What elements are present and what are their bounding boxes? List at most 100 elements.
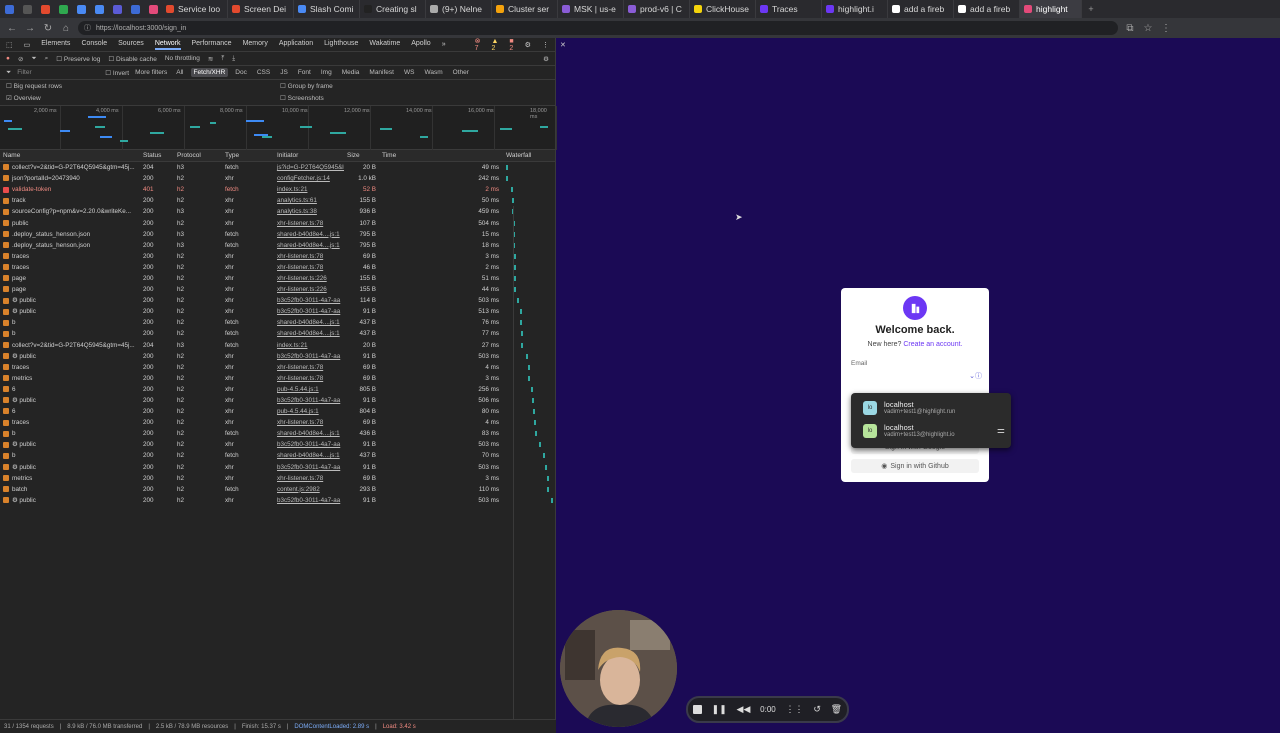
trash-icon[interactable]: 🗑 bbox=[831, 704, 842, 715]
table-row[interactable]: batch 200 h2 fetch content.js:2982 293 B 110 m… bbox=[0, 484, 555, 495]
table-row[interactable]: metrics 200 h2 xhr xhr-listener.ts:78 69 B 3 m… bbox=[0, 473, 555, 484]
cell-initiator[interactable]: xhr-listener.ts:78 bbox=[274, 253, 344, 260]
type-filter-js[interactable]: JS bbox=[277, 68, 291, 77]
pinned-tab-3[interactable] bbox=[36, 0, 54, 18]
table-row[interactable]: collect?v=2&tid=G-P2T64Q5945&gtm=45j... 2… bbox=[0, 162, 555, 173]
filter-input[interactable]: Filter bbox=[17, 69, 99, 76]
pinned-tab-7[interactable] bbox=[108, 0, 126, 18]
type-filter-img[interactable]: Img bbox=[318, 68, 335, 77]
grid-icon[interactable]: ⋮⋮ bbox=[786, 704, 804, 715]
cell-initiator[interactable]: pub-4.5.44.js:1 bbox=[274, 386, 344, 393]
cell-initiator[interactable]: xhr-listener.ts:78 bbox=[274, 375, 344, 382]
table-row[interactable]: ⚙ public 200 h2 xhr b3c52fb0-3011-4a7-aa 91 B… bbox=[0, 351, 555, 362]
error-count-badge[interactable]: ⊗ 7 bbox=[475, 37, 481, 52]
reload-icon[interactable]: ↻ bbox=[42, 23, 54, 34]
pinned-tab-4[interactable] bbox=[54, 0, 72, 18]
restart-icon[interactable]: ↺ bbox=[813, 704, 821, 715]
cell-initiator[interactable]: shared-b40d8e4....js:1 bbox=[274, 242, 344, 249]
cell-initiator[interactable]: xhr-listener.ts:226 bbox=[274, 286, 344, 293]
forward-icon[interactable]: → bbox=[24, 23, 36, 34]
devtools-tab-console[interactable]: Console bbox=[81, 40, 107, 50]
cell-initiator[interactable]: shared-b40d8e4....js:1 bbox=[274, 452, 344, 459]
table-row[interactable]: .deploy_status_henson.json 200 h3 fetch shar… bbox=[0, 229, 555, 240]
cell-initiator[interactable]: b3c52fb0-3011-4a7-aa bbox=[274, 397, 344, 404]
table-row[interactable]: metrics 200 h2 xhr xhr-listener.ts:78 69 B 3 m… bbox=[0, 373, 555, 384]
col-name[interactable]: Name bbox=[0, 152, 140, 159]
close-devtools-icon[interactable]: ✕ bbox=[560, 41, 566, 49]
type-filter-ws[interactable]: WS bbox=[401, 68, 417, 77]
browser-tab[interactable]: MSK | us-e bbox=[558, 0, 624, 18]
type-filter-media[interactable]: Media bbox=[339, 68, 363, 77]
type-filter-font[interactable]: Font bbox=[295, 68, 314, 77]
devtools-tab-elements[interactable]: Elements bbox=[41, 40, 70, 50]
browser-tab[interactable]: highlight.i bbox=[822, 0, 888, 18]
table-row[interactable]: b 200 h2 fetch shared-b40d8e4....js:1 437 B 70… bbox=[0, 450, 555, 461]
pinned-tab-1[interactable] bbox=[0, 0, 18, 18]
overview-checkbox[interactable]: ☑ Overview bbox=[6, 94, 41, 102]
cell-initiator[interactable]: xhr-listener.ts:78 bbox=[274, 419, 344, 426]
devtools-tab-memory[interactable]: Memory bbox=[243, 40, 268, 50]
table-row[interactable]: public 200 h2 xhr xhr-listener.ts:78 107 B 504… bbox=[0, 217, 555, 228]
table-row[interactable]: ⚙ public 200 h2 xhr b3c52fb0-3011-4a7-aa 91 B… bbox=[0, 462, 555, 473]
create-account-link[interactable]: Create an account. bbox=[903, 341, 962, 348]
cell-initiator[interactable]: configFetcher.js:14 bbox=[274, 175, 344, 182]
devtools-tab-lighthouse[interactable]: Lighthouse bbox=[324, 40, 358, 50]
cell-initiator[interactable]: pub-4.5.44.js:1 bbox=[274, 408, 344, 415]
table-row[interactable]: ⚙ public 200 h2 xhr b3c52fb0-3011-4a7-aa 91 B… bbox=[0, 306, 555, 317]
cell-initiator[interactable]: content.js:2982 bbox=[274, 486, 344, 493]
cell-initiator[interactable]: b3c52fb0-3011-4a7-aa bbox=[274, 464, 344, 471]
rewind-icon[interactable]: ◀◀ bbox=[737, 704, 751, 715]
issues-count-badge[interactable]: ■ 2 bbox=[509, 38, 513, 52]
more-filters-dropdown[interactable]: More filters bbox=[135, 69, 167, 76]
table-row[interactable]: traces 200 h2 xhr xhr-listener.ts:78 69 B 4 ms bbox=[0, 362, 555, 373]
cell-initiator[interactable]: b3c52fb0-3011-4a7-aa bbox=[274, 297, 344, 304]
browser-tab[interactable]: (9+) Nelne bbox=[426, 0, 492, 18]
type-filter-all[interactable]: All bbox=[173, 68, 186, 77]
autofill-option-2[interactable]: lo localhost vadim+test13@highlight.io ⚌ bbox=[851, 419, 1011, 442]
search-icon[interactable]: ⌕ bbox=[45, 55, 49, 63]
pinned-tab-8[interactable] bbox=[126, 0, 144, 18]
inspect-element-icon[interactable]: ⬚ bbox=[6, 41, 13, 49]
browser-tab[interactable]: add a fireb bbox=[954, 0, 1020, 18]
cell-initiator[interactable]: b3c52fb0-3011-4a7-aa bbox=[274, 441, 344, 448]
network-conditions-icon[interactable]: ≋ bbox=[208, 55, 213, 63]
type-filter-other[interactable]: Other bbox=[450, 68, 472, 77]
cell-initiator[interactable]: xhr-listener.ts:226 bbox=[274, 275, 344, 282]
invert-checkbox[interactable]: ☐ Invert bbox=[105, 69, 129, 77]
devtools-tab-network[interactable]: Network bbox=[154, 40, 181, 50]
table-row[interactable]: validate-token 401 h2 fetch index.ts:21 52 B 2… bbox=[0, 184, 555, 195]
col-waterfall[interactable]: Waterfall bbox=[503, 152, 555, 159]
throttling-select[interactable]: No throttling bbox=[165, 55, 200, 62]
email-field[interactable]: ⌄ⓘ bbox=[851, 370, 982, 382]
table-row[interactable]: 6 200 h2 xhr pub-4.5.44.js:1 804 B 80 ms bbox=[0, 406, 555, 417]
table-row[interactable]: collect?v=2&tid=G-P2T64Q5945&gtm=45j... 2… bbox=[0, 340, 555, 351]
col-time[interactable]: Time bbox=[379, 152, 503, 159]
home-icon[interactable]: ⌂ bbox=[60, 23, 72, 34]
autofill-option-1[interactable]: lo localhost vadim+test1@highlight.run bbox=[851, 396, 1011, 419]
browser-tab[interactable]: Creating sl bbox=[360, 0, 426, 18]
table-row[interactable]: page 200 h2 xhr xhr-listener.ts:226 155 B 51 m… bbox=[0, 273, 555, 284]
type-filter-manifest[interactable]: Manifest bbox=[366, 68, 397, 77]
pause-icon[interactable]: ❚❚ bbox=[712, 704, 727, 715]
col-size[interactable]: Size bbox=[344, 152, 379, 159]
filter-icon[interactable]: ⏷ bbox=[31, 55, 36, 63]
table-row[interactable]: traces 200 h2 xhr xhr-listener.ts:78 69 B 4 ms bbox=[0, 417, 555, 428]
cell-initiator[interactable]: shared-b40d8e4....js:1 bbox=[274, 430, 344, 437]
type-filter-wasm[interactable]: Wasm bbox=[421, 68, 445, 77]
col-type[interactable]: Type bbox=[222, 152, 274, 159]
col-initiator[interactable]: Initiator bbox=[274, 152, 344, 159]
cell-initiator[interactable]: shared-b40d8e4....js:1 bbox=[274, 330, 344, 337]
cell-initiator[interactable]: shared-b40d8e4....js:1 bbox=[274, 231, 344, 238]
browser-tab[interactable]: add a fireb bbox=[888, 0, 954, 18]
type-filter-css[interactable]: CSS bbox=[254, 68, 273, 77]
big-request-rows-checkbox[interactable]: ☐ Big request rows bbox=[6, 82, 62, 90]
stop-icon[interactable] bbox=[692, 705, 702, 714]
cell-initiator[interactable]: index.ts:21 bbox=[274, 342, 344, 349]
more-tabs-icon[interactable]: » bbox=[442, 41, 446, 48]
record-icon[interactable]: ● bbox=[6, 55, 10, 62]
table-row[interactable]: json?portalId=20473940 200 h2 xhr configFetc… bbox=[0, 173, 555, 184]
network-settings-icon[interactable]: ⚙ bbox=[543, 55, 549, 63]
table-row[interactable]: b 200 h2 fetch shared-b40d8e4....js:1 437 B 76… bbox=[0, 317, 555, 328]
type-filter-doc[interactable]: Doc bbox=[232, 68, 250, 77]
devtools-tab-sources[interactable]: Sources bbox=[118, 40, 144, 50]
